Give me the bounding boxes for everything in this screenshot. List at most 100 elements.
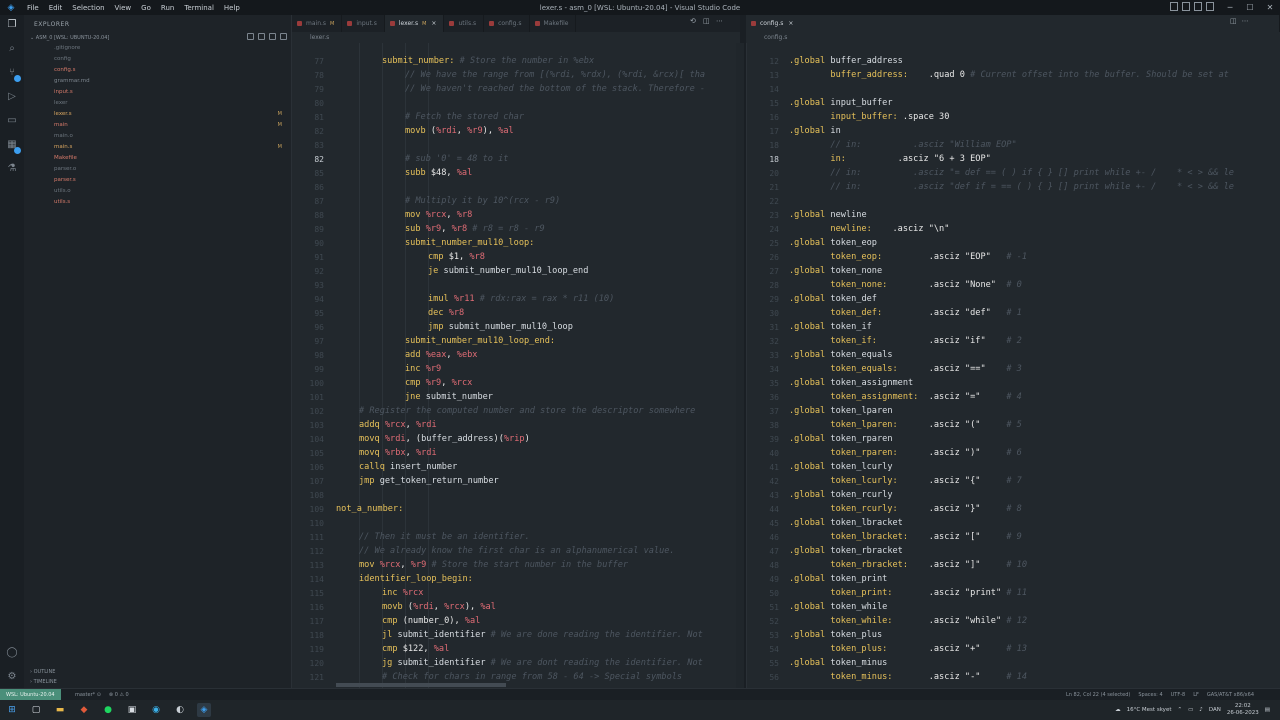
remote-indicator[interactable]: WSL: Ubuntu-20.04 (0, 689, 61, 700)
code-line: .global token_print (789, 574, 887, 584)
manage-gear-icon[interactable]: ⚙ (6, 671, 18, 683)
toggle-panel-icon[interactable] (1182, 2, 1190, 11)
file-item[interactable]: utils.s (24, 197, 292, 208)
tab-lexer-s[interactable]: lexer.s M × (384, 15, 445, 32)
tab-utils-s[interactable]: utils.s (444, 15, 485, 32)
spotify-icon[interactable]: ● (101, 703, 115, 717)
start-icon[interactable]: ⊞ (5, 703, 19, 717)
minimize-icon[interactable]: ─ (1220, 0, 1240, 15)
source-control-icon[interactable]: ⑂ (6, 67, 21, 82)
search-icon[interactable]: ⌕ (6, 43, 18, 55)
customize-layout-icon[interactable] (1206, 2, 1214, 11)
file-item[interactable]: Makefile (24, 153, 292, 164)
notifications-icon[interactable]: ▤ (1265, 707, 1270, 713)
split-editor-icon[interactable]: ◫ (703, 17, 711, 26)
menu-item-selection[interactable]: Selection (67, 4, 109, 12)
breadcrumb-left[interactable]: lexer.s (292, 32, 740, 43)
code-token: token_assignment (830, 378, 914, 388)
tab-config-s[interactable]: config.s (484, 15, 530, 32)
file-item[interactable]: lexer.s M (24, 109, 292, 120)
code-token: token_eop: (789, 252, 929, 262)
volume-icon[interactable]: ♪ (1199, 707, 1203, 713)
menu-item-edit[interactable]: Edit (44, 4, 68, 12)
weather-text[interactable]: 16°C Mest skyet (1127, 707, 1172, 713)
code-token: # -1 (1006, 252, 1028, 262)
file-item[interactable]: main.s M (24, 142, 292, 153)
menu-item-terminal[interactable]: Terminal (179, 4, 219, 12)
file-item[interactable]: main.o (24, 131, 292, 142)
code-token: token_lparen (830, 406, 893, 416)
window-controls: ─ ☐ ✕ (1220, 0, 1280, 15)
file-item[interactable]: main M (24, 120, 292, 131)
toggle-sidebar-icon[interactable] (1170, 2, 1178, 11)
file-item[interactable]: config (24, 54, 292, 65)
timeline-section[interactable]: › TIMELINE (30, 679, 57, 685)
run-debug-icon[interactable]: ▷ (6, 91, 18, 103)
horizontal-scrollbar-left[interactable] (336, 683, 506, 687)
edge-icon[interactable]: ◉ (149, 703, 163, 717)
tray-arrow-icon[interactable]: ⌃ (1177, 707, 1182, 713)
scrollbar-left[interactable] (736, 43, 744, 688)
line-number: 120 (309, 659, 324, 668)
terminal-icon[interactable]: ▣ (125, 703, 139, 717)
brave-browser-icon[interactable]: ◆ (77, 703, 91, 717)
menu-item-help[interactable]: Help (219, 4, 245, 12)
testing-icon[interactable]: ⚗ (6, 163, 18, 175)
code-editor-left[interactable]: 77 submit_number: # Store the number in %… (292, 43, 740, 688)
task-view-icon[interactable]: ▢ (29, 703, 43, 717)
menu-item-file[interactable]: File (22, 4, 44, 12)
maximize-icon[interactable]: ☐ (1240, 0, 1260, 15)
split-editor-right-icon[interactable]: ◫ (1230, 17, 1237, 25)
line-number: 24 (769, 225, 779, 234)
file-item[interactable]: grammar.md (24, 76, 292, 87)
menu-item-run[interactable]: Run (156, 4, 179, 12)
network-icon[interactable]: ▭ (1188, 707, 1193, 713)
code-token: %al (433, 644, 450, 654)
line-number: 121 (309, 673, 324, 682)
refresh-icon[interactable] (269, 33, 276, 40)
app-icon[interactable]: ◐ (173, 703, 187, 717)
tab-makefile[interactable]: Makefile (530, 15, 577, 32)
new-folder-icon[interactable] (258, 33, 265, 40)
more-actions-icon[interactable]: ⋯ (716, 17, 724, 26)
clock[interactable]: 22:02 26-06-2023 (1227, 703, 1259, 717)
code-editor-right[interactable]: 12 .global buffer_address 13 buffer_addres… (746, 43, 1280, 688)
explorer-icon[interactable]: ❐ (6, 19, 18, 31)
file-item[interactable]: .gitignore (24, 43, 292, 54)
close-icon[interactable]: ✕ (1260, 0, 1280, 15)
outline-section[interactable]: › OUTLINE (30, 669, 55, 675)
file-item[interactable]: lexer (24, 98, 292, 109)
breadcrumb-right[interactable]: config.s (746, 32, 1280, 43)
file-item[interactable]: parser.s (24, 175, 292, 186)
more-actions-right-icon[interactable]: ⋯ (1242, 17, 1249, 25)
tab-input-s[interactable]: input.s (342, 15, 385, 32)
vscode-taskbar-icon[interactable]: ◈ (197, 703, 211, 717)
tab-close-icon[interactable]: × (788, 20, 793, 27)
tab-config-s[interactable]: config.s × (746, 15, 1280, 32)
remote-explorer-icon[interactable]: ▭ (6, 115, 18, 127)
code-token: , (456, 126, 468, 136)
open-changes-icon[interactable]: ⟲ (690, 17, 698, 26)
collapse-all-icon[interactable] (280, 33, 287, 40)
file-explorer-icon[interactable]: ▬ (53, 703, 67, 717)
menu-item-go[interactable]: Go (136, 4, 156, 12)
tab-label: config.s (760, 20, 784, 27)
file-item[interactable]: config.s (24, 65, 292, 76)
tab-close-icon[interactable]: × (431, 20, 436, 27)
line-number: 112 (309, 547, 324, 556)
file-item[interactable]: parser.o (24, 164, 292, 175)
account-icon[interactable]: ◯ (6, 647, 18, 659)
code-token: .global (789, 462, 831, 472)
workspace-section[interactable]: ⌄ ASM_0 [WSL: UBUNTU-20.04] (30, 35, 109, 41)
extensions-icon[interactable]: ▦ (6, 139, 21, 154)
file-item[interactable]: input.s (24, 87, 292, 98)
toggle-secondary-sidebar-icon[interactable] (1194, 2, 1202, 11)
file-item[interactable]: utils.o (24, 186, 292, 197)
new-file-icon[interactable] (247, 33, 254, 40)
tab-main-s[interactable]: main.s M (292, 15, 343, 32)
code-token: .global (789, 602, 831, 612)
code-line: .global buffer_address (789, 56, 903, 66)
menu-item-view[interactable]: View (110, 4, 137, 12)
code-line: .global token_minus (789, 658, 887, 668)
keyboard-language[interactable]: DAN (1209, 707, 1221, 713)
